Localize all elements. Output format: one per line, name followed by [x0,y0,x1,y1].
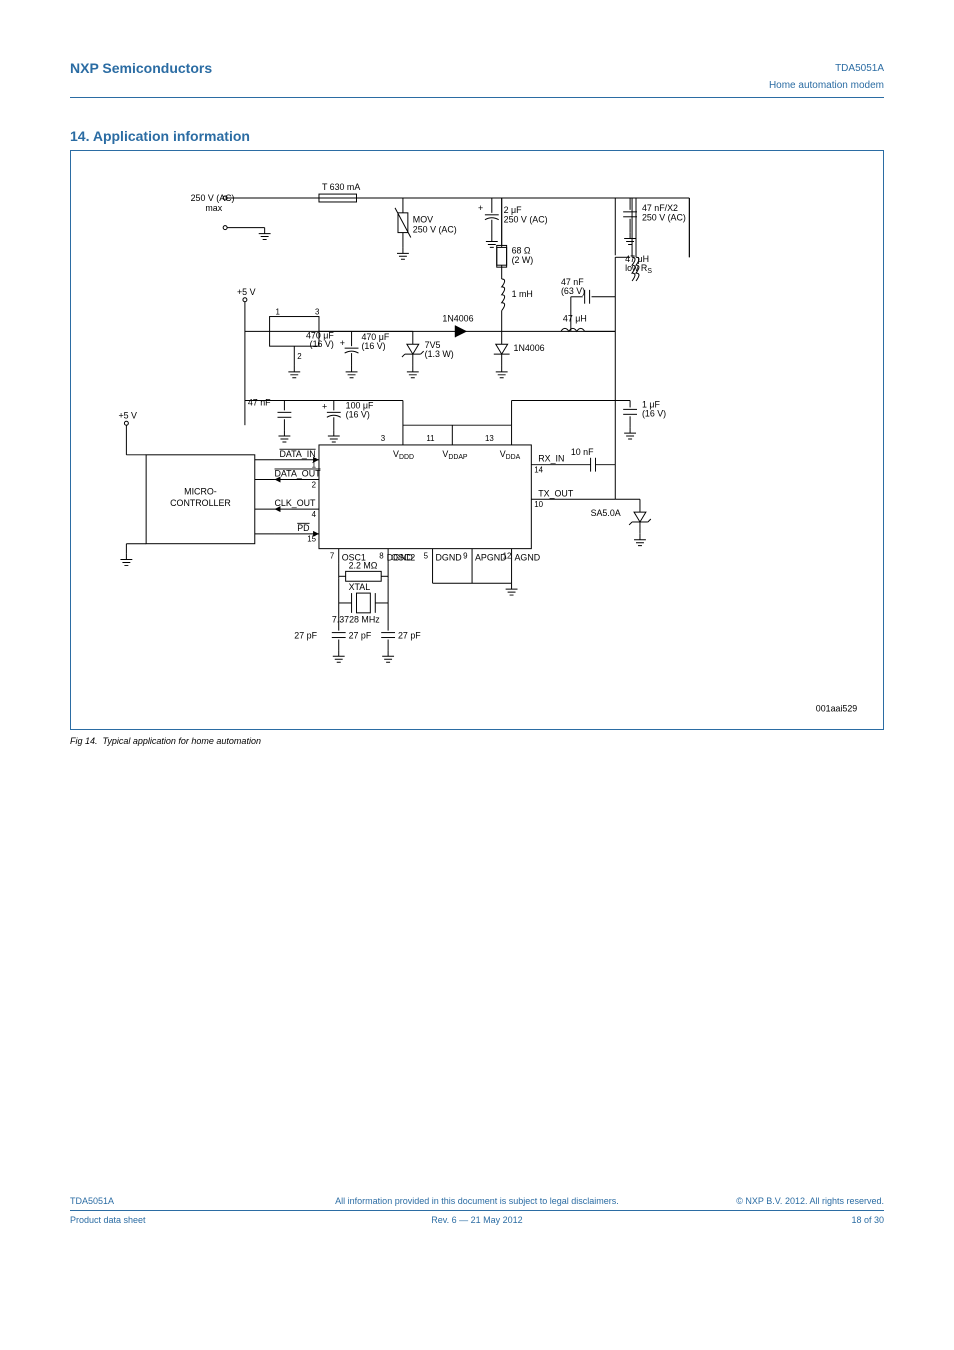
header-desc: Home automation modem [70,80,884,91]
svg-text:1: 1 [276,308,280,317]
svg-text:+5 V: +5 V [118,410,137,420]
svg-text:+: + [322,401,327,411]
svg-text:1 mH: 1 mH [512,289,533,299]
svg-text:(16 V): (16 V) [346,409,370,419]
svg-text:2: 2 [312,480,316,489]
svg-text:8: 8 [379,552,384,561]
svg-text:TX_OUT: TX_OUT [538,488,574,498]
svg-text:2.2 MΩ: 2.2 MΩ [349,560,378,570]
svg-text:XTAL: XTAL [349,582,371,592]
svg-text:4: 4 [312,510,317,519]
drawing-id: 001aai529 [816,704,858,714]
svg-text:47 nF: 47 nF [248,397,271,407]
svg-text:14: 14 [534,466,543,475]
svg-text:(16 V): (16 V) [361,341,385,351]
svg-text:47 μH: 47 μH [563,313,587,323]
svg-text:(2 W): (2 W) [512,255,534,265]
footer: TDA5051A All information provided in thi… [70,1196,884,1229]
footer-copyright: © NXP B.V. 2012. All rights reserved. [736,1196,884,1206]
svg-text:AGND: AGND [515,552,541,562]
svg-text:PD: PD [297,523,309,533]
svg-text:5: 5 [424,552,429,561]
svg-text:11: 11 [426,434,434,443]
svg-text:3: 3 [315,308,320,317]
svg-text:VDDD: VDDD [393,449,414,461]
svg-text:2 μF: 2 μF [504,205,523,215]
svg-text:7: 7 [330,552,334,561]
svg-text:SA5.0A: SA5.0A [591,508,621,518]
svg-text:RX_IN: RX_IN [538,454,564,464]
svg-text:DATA_IN: DATA_IN [279,449,315,459]
svg-text:(1.3 W): (1.3 W) [425,349,454,359]
svg-text:(63 V): (63 V) [561,286,585,296]
footer-rev: Rev. 6 — 21 May 2012 [70,1215,884,1225]
svg-text:9: 9 [463,552,468,561]
svg-text:DGND: DGND [436,552,462,562]
svg-text:CLK_OUT: CLK_OUT [275,498,317,508]
svg-text:250 V (AC): 250 V (AC) [642,213,686,223]
svg-text:T 630 mA: T 630 mA [322,182,360,192]
svg-text:3: 3 [381,434,386,443]
svg-text:68 Ω: 68 Ω [512,245,531,255]
svg-text:MOV: MOV [413,215,433,225]
section-heading: 14. Application information [70,128,884,144]
svg-text:+5 V: +5 V [237,287,256,297]
svg-text:2: 2 [297,352,301,361]
svg-text:1N4006: 1N4006 [514,343,545,353]
svg-text:(16 V): (16 V) [310,339,334,349]
svg-text:27 pF: 27 pF [398,631,421,641]
svg-text:(16 V): (16 V) [642,408,666,418]
svg-text:+: + [478,203,483,213]
svg-text:12: 12 [503,552,512,561]
figure-container: .w{stroke:#000;fill:none;stroke-width:1}… [70,150,884,730]
figure-caption: Fig 14. Typical application for home aut… [70,736,884,746]
svg-text:470 μF: 470 μF [361,332,389,342]
svg-text:15: 15 [307,535,316,544]
schematic-svg: .w{stroke:#000;fill:none;stroke-width:1}… [77,157,877,723]
svg-text:VDDA: VDDA [500,449,521,461]
svg-text:10 nF: 10 nF [571,447,594,457]
svg-text:max: max [205,203,222,213]
svg-text:DGND: DGND [387,552,413,562]
svg-text:47 nF/X2: 47 nF/X2 [642,203,678,213]
svg-text:MICRO-: MICRO- [184,486,217,496]
svg-text:VDDAP: VDDAP [442,449,468,461]
svg-text:10: 10 [534,500,543,509]
header-company: NXP Semiconductors [70,60,212,76]
footer-page: 18 of 30 [851,1215,884,1225]
header-part: TDA5051A [835,60,884,74]
svg-text:250 V (AC): 250 V (AC) [504,215,548,225]
svg-text:250 V (AC): 250 V (AC) [413,225,457,235]
svg-text:CONTROLLER: CONTROLLER [170,498,231,508]
svg-text:1N4006: 1N4006 [442,313,473,323]
svg-text:low RS: low RS [625,263,652,275]
svg-text:27 pF: 27 pF [294,631,317,641]
svg-text:27 pF: 27 pF [349,631,372,641]
svg-text:DATA_OUT: DATA_OUT [275,469,322,479]
svg-text:13: 13 [485,434,494,443]
svg-text:+: + [340,338,345,348]
